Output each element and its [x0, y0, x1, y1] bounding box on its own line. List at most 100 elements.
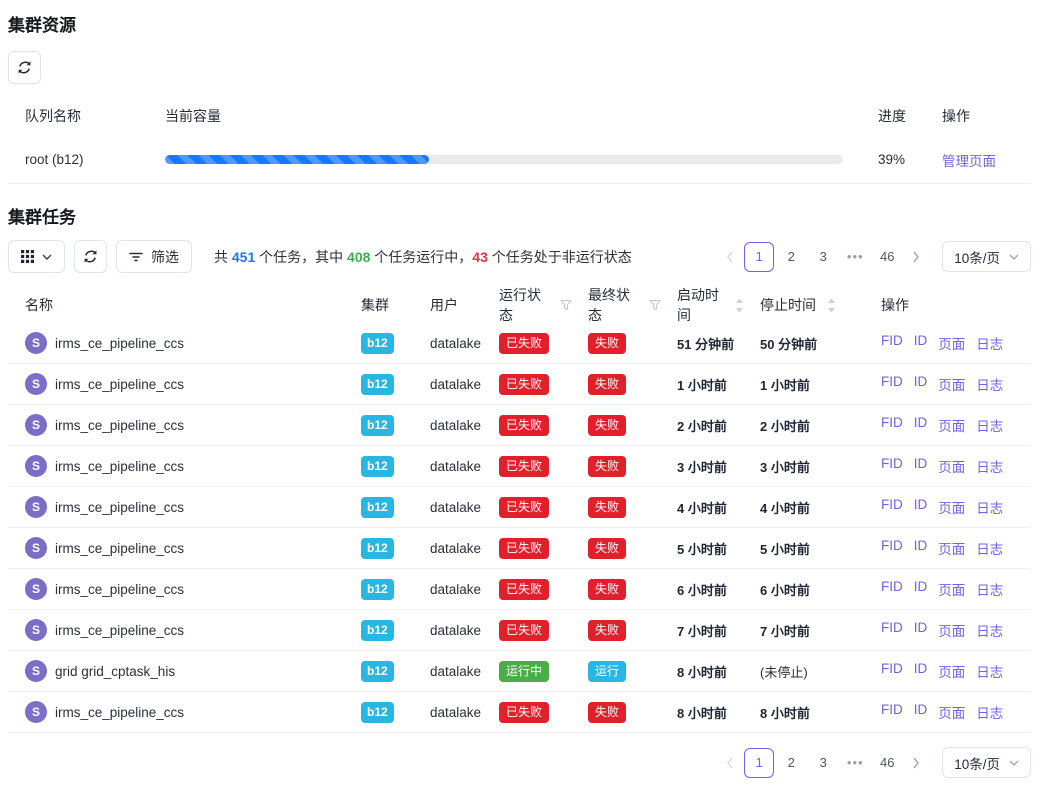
page-link[interactable]: 页面 [938, 456, 965, 476]
page-size-select[interactable]: 10条/页 [942, 747, 1031, 778]
log-link[interactable]: 日志 [976, 661, 1003, 681]
fid-link[interactable]: FID [881, 333, 903, 353]
id-link[interactable]: ID [914, 456, 928, 476]
log-link[interactable]: 日志 [976, 456, 1003, 476]
task-name: irms_ce_pipeline_ccs [55, 582, 184, 597]
id-link[interactable]: ID [914, 702, 928, 722]
next-page-button[interactable] [903, 242, 929, 272]
task-user: datalake [414, 705, 483, 720]
queue-name: root (b12) [8, 152, 148, 167]
funnel-filter-icon[interactable] [649, 299, 661, 311]
page-link[interactable]: 页面 [938, 661, 965, 681]
tasks-footer: 1 2 3 ••• 46 10条/页 [8, 747, 1031, 778]
start-time: 51 分钟前 [661, 334, 744, 353]
avatar: S [25, 414, 47, 436]
page-1[interactable]: 1 [744, 748, 774, 778]
page-link[interactable]: 页面 [938, 374, 965, 394]
table-row: S irms_ce_pipeline_ccs b12 datalake 已失败 … [8, 692, 1031, 733]
id-link[interactable]: ID [914, 661, 928, 681]
prev-page-button[interactable] [717, 748, 743, 778]
bottom-pagination: 1 2 3 ••• 46 10条/页 [717, 747, 1031, 778]
log-link[interactable]: 日志 [976, 333, 1003, 353]
progress-track [165, 155, 843, 164]
manage-page-link[interactable]: 管理页面 [942, 154, 996, 169]
chevron-down-icon [1009, 760, 1019, 766]
sorter-icon[interactable] [827, 298, 836, 313]
log-link[interactable]: 日志 [976, 538, 1003, 558]
fid-link[interactable]: FID [881, 538, 903, 558]
queue-row: root (b12) 39% 管理页面 [8, 136, 1031, 184]
cluster-tasks-section: 集群任务 [8, 206, 1031, 778]
page-1[interactable]: 1 [744, 242, 774, 272]
page-3[interactable]: 3 [808, 242, 838, 272]
page-link[interactable]: 页面 [938, 497, 965, 517]
stop-time: (未停止) [744, 662, 865, 681]
col-actions: 操作 [865, 295, 1031, 315]
cluster-tag: b12 [361, 333, 394, 354]
resources-refresh-button[interactable] [8, 51, 41, 84]
fid-link[interactable]: FID [881, 497, 903, 517]
log-link[interactable]: 日志 [976, 415, 1003, 435]
stop-time: 7 小时前 [744, 621, 865, 640]
fid-link[interactable]: FID [881, 702, 903, 722]
id-link[interactable]: ID [914, 415, 928, 435]
cluster-tag: b12 [361, 661, 394, 682]
id-link[interactable]: ID [914, 333, 928, 353]
refresh-icon [83, 249, 98, 264]
id-link[interactable]: ID [914, 497, 928, 517]
tasks-refresh-button[interactable] [74, 240, 107, 273]
id-link[interactable]: ID [914, 620, 928, 640]
next-page-button[interactable] [903, 748, 929, 778]
fid-link[interactable]: FID [881, 579, 903, 599]
stop-time: 6 小时前 [744, 580, 865, 599]
fid-link[interactable]: FID [881, 456, 903, 476]
id-link[interactable]: ID [914, 538, 928, 558]
page-2[interactable]: 2 [776, 748, 806, 778]
page-3[interactable]: 3 [808, 748, 838, 778]
page-link[interactable]: 页面 [938, 415, 965, 435]
avatar: S [25, 455, 47, 477]
top-pagination: 1 2 3 ••• 46 10条/页 [717, 241, 1031, 272]
page-link[interactable]: 页面 [938, 538, 965, 558]
log-link[interactable]: 日志 [976, 702, 1003, 722]
stop-time: 4 小时前 [744, 498, 865, 517]
page-link[interactable]: 页面 [938, 333, 965, 353]
page-ellipsis[interactable]: ••• [840, 242, 870, 272]
tasks-table: 名称 集群 用户 运行状态 最终状态 启动时间 [8, 285, 1031, 733]
sorter-icon[interactable] [735, 298, 744, 313]
fid-link[interactable]: FID [881, 415, 903, 435]
log-link[interactable]: 日志 [976, 374, 1003, 394]
col-start-time: 启动时间 [661, 285, 744, 325]
table-row: S irms_ce_pipeline_ccs b12 datalake 已失败 … [8, 528, 1031, 569]
stop-time: 1 小时前 [744, 375, 865, 394]
total-count: 451 [232, 249, 255, 265]
log-link[interactable]: 日志 [976, 579, 1003, 599]
page-ellipsis[interactable]: ••• [840, 748, 870, 778]
page-link[interactable]: 页面 [938, 702, 965, 722]
final-status-tag: 失败 [588, 333, 626, 354]
running-count: 408 [347, 249, 370, 265]
fid-link[interactable]: FID [881, 620, 903, 640]
fid-link[interactable]: FID [881, 661, 903, 681]
page-link[interactable]: 页面 [938, 579, 965, 599]
page-2[interactable]: 2 [776, 242, 806, 272]
page-last[interactable]: 46 [872, 748, 902, 778]
layout-grid-dropdown-button[interactable] [8, 240, 65, 273]
col-capacity: 当前容量 [148, 106, 861, 126]
id-link[interactable]: ID [914, 374, 928, 394]
filter-button[interactable]: 筛选 [116, 240, 192, 273]
prev-page-button[interactable] [717, 242, 743, 272]
page-link[interactable]: 页面 [938, 620, 965, 640]
stopped-count: 43 [472, 249, 488, 265]
col-final-status: 最终状态 [572, 285, 661, 325]
refresh-icon [17, 60, 32, 75]
final-status-tag: 失败 [588, 497, 626, 518]
page-size-select[interactable]: 10条/页 [942, 241, 1031, 272]
avatar: S [25, 373, 47, 395]
id-link[interactable]: ID [914, 579, 928, 599]
fid-link[interactable]: FID [881, 374, 903, 394]
page-last[interactable]: 46 [872, 242, 902, 272]
log-link[interactable]: 日志 [976, 497, 1003, 517]
log-link[interactable]: 日志 [976, 620, 1003, 640]
funnel-filter-icon[interactable] [560, 299, 572, 311]
